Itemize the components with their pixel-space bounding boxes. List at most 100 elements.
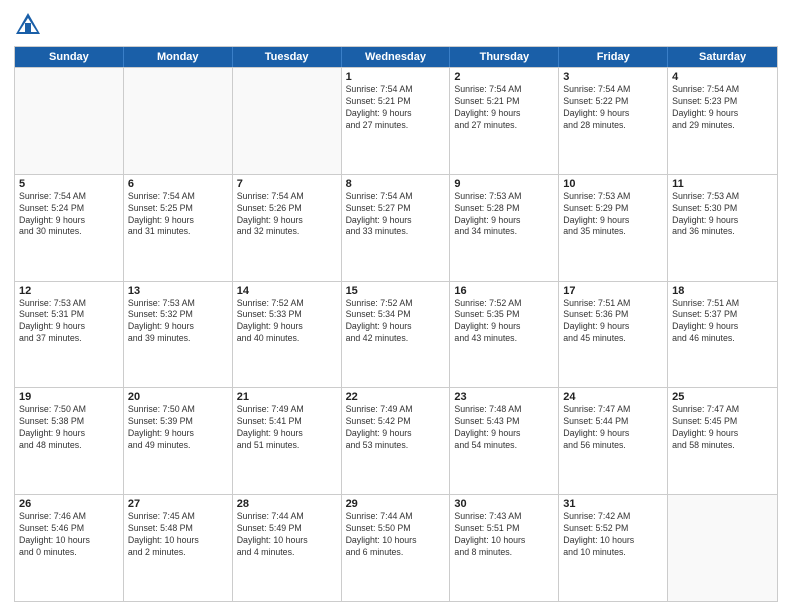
day-info: Sunrise: 7:52 AM Sunset: 5:35 PM Dayligh…	[454, 298, 554, 346]
day-info: Sunrise: 7:54 AM Sunset: 5:24 PM Dayligh…	[19, 191, 119, 239]
calendar-cell	[233, 68, 342, 174]
calendar-cell: 26Sunrise: 7:46 AM Sunset: 5:46 PM Dayli…	[15, 495, 124, 601]
day-info: Sunrise: 7:54 AM Sunset: 5:27 PM Dayligh…	[346, 191, 446, 239]
weekday-header-thursday: Thursday	[450, 47, 559, 67]
day-info: Sunrise: 7:49 AM Sunset: 5:41 PM Dayligh…	[237, 404, 337, 452]
calendar-cell: 6Sunrise: 7:54 AM Sunset: 5:25 PM Daylig…	[124, 175, 233, 281]
page-header	[14, 10, 778, 38]
day-info: Sunrise: 7:44 AM Sunset: 5:49 PM Dayligh…	[237, 511, 337, 559]
day-info: Sunrise: 7:50 AM Sunset: 5:39 PM Dayligh…	[128, 404, 228, 452]
day-number: 19	[19, 391, 119, 403]
day-info: Sunrise: 7:46 AM Sunset: 5:46 PM Dayligh…	[19, 511, 119, 559]
day-info: Sunrise: 7:48 AM Sunset: 5:43 PM Dayligh…	[454, 404, 554, 452]
calendar-row-0: 1Sunrise: 7:54 AM Sunset: 5:21 PM Daylig…	[15, 67, 777, 174]
day-info: Sunrise: 7:54 AM Sunset: 5:21 PM Dayligh…	[346, 84, 446, 132]
calendar-cell: 11Sunrise: 7:53 AM Sunset: 5:30 PM Dayli…	[668, 175, 777, 281]
day-number: 16	[454, 285, 554, 297]
day-number: 1	[346, 71, 446, 83]
calendar-row-1: 5Sunrise: 7:54 AM Sunset: 5:24 PM Daylig…	[15, 174, 777, 281]
calendar-cell: 16Sunrise: 7:52 AM Sunset: 5:35 PM Dayli…	[450, 282, 559, 388]
day-number: 6	[128, 178, 228, 190]
calendar-cell	[668, 495, 777, 601]
calendar-cell: 17Sunrise: 7:51 AM Sunset: 5:36 PM Dayli…	[559, 282, 668, 388]
calendar-cell: 7Sunrise: 7:54 AM Sunset: 5:26 PM Daylig…	[233, 175, 342, 281]
calendar-cell: 2Sunrise: 7:54 AM Sunset: 5:21 PM Daylig…	[450, 68, 559, 174]
day-info: Sunrise: 7:54 AM Sunset: 5:22 PM Dayligh…	[563, 84, 663, 132]
page-container: SundayMondayTuesdayWednesdayThursdayFrid…	[0, 0, 792, 612]
calendar-cell: 3Sunrise: 7:54 AM Sunset: 5:22 PM Daylig…	[559, 68, 668, 174]
day-number: 2	[454, 71, 554, 83]
weekday-header-tuesday: Tuesday	[233, 47, 342, 67]
calendar-cell: 20Sunrise: 7:50 AM Sunset: 5:39 PM Dayli…	[124, 388, 233, 494]
day-info: Sunrise: 7:53 AM Sunset: 5:28 PM Dayligh…	[454, 191, 554, 239]
calendar-cell: 8Sunrise: 7:54 AM Sunset: 5:27 PM Daylig…	[342, 175, 451, 281]
day-info: Sunrise: 7:52 AM Sunset: 5:34 PM Dayligh…	[346, 298, 446, 346]
day-info: Sunrise: 7:52 AM Sunset: 5:33 PM Dayligh…	[237, 298, 337, 346]
day-number: 12	[19, 285, 119, 297]
calendar-cell: 14Sunrise: 7:52 AM Sunset: 5:33 PM Dayli…	[233, 282, 342, 388]
logo-icon	[14, 10, 42, 38]
calendar-cell: 27Sunrise: 7:45 AM Sunset: 5:48 PM Dayli…	[124, 495, 233, 601]
calendar-cell: 5Sunrise: 7:54 AM Sunset: 5:24 PM Daylig…	[15, 175, 124, 281]
day-info: Sunrise: 7:42 AM Sunset: 5:52 PM Dayligh…	[563, 511, 663, 559]
day-info: Sunrise: 7:54 AM Sunset: 5:25 PM Dayligh…	[128, 191, 228, 239]
day-info: Sunrise: 7:53 AM Sunset: 5:30 PM Dayligh…	[672, 191, 773, 239]
day-number: 8	[346, 178, 446, 190]
day-number: 14	[237, 285, 337, 297]
day-info: Sunrise: 7:43 AM Sunset: 5:51 PM Dayligh…	[454, 511, 554, 559]
day-info: Sunrise: 7:54 AM Sunset: 5:26 PM Dayligh…	[237, 191, 337, 239]
calendar-cell: 24Sunrise: 7:47 AM Sunset: 5:44 PM Dayli…	[559, 388, 668, 494]
calendar-cell: 31Sunrise: 7:42 AM Sunset: 5:52 PM Dayli…	[559, 495, 668, 601]
day-number: 30	[454, 498, 554, 510]
day-info: Sunrise: 7:53 AM Sunset: 5:32 PM Dayligh…	[128, 298, 228, 346]
calendar-header: SundayMondayTuesdayWednesdayThursdayFrid…	[15, 47, 777, 67]
weekday-header-friday: Friday	[559, 47, 668, 67]
weekday-header-monday: Monday	[124, 47, 233, 67]
day-number: 27	[128, 498, 228, 510]
day-info: Sunrise: 7:50 AM Sunset: 5:38 PM Dayligh…	[19, 404, 119, 452]
day-number: 23	[454, 391, 554, 403]
day-number: 3	[563, 71, 663, 83]
day-info: Sunrise: 7:44 AM Sunset: 5:50 PM Dayligh…	[346, 511, 446, 559]
logo	[14, 10, 46, 38]
weekday-header-saturday: Saturday	[668, 47, 777, 67]
day-info: Sunrise: 7:54 AM Sunset: 5:23 PM Dayligh…	[672, 84, 773, 132]
day-number: 22	[346, 391, 446, 403]
calendar-row-4: 26Sunrise: 7:46 AM Sunset: 5:46 PM Dayli…	[15, 494, 777, 601]
calendar-cell: 25Sunrise: 7:47 AM Sunset: 5:45 PM Dayli…	[668, 388, 777, 494]
calendar-cell: 23Sunrise: 7:48 AM Sunset: 5:43 PM Dayli…	[450, 388, 559, 494]
day-number: 5	[19, 178, 119, 190]
day-number: 15	[346, 285, 446, 297]
day-number: 18	[672, 285, 773, 297]
calendar-cell: 30Sunrise: 7:43 AM Sunset: 5:51 PM Dayli…	[450, 495, 559, 601]
day-number: 7	[237, 178, 337, 190]
day-number: 25	[672, 391, 773, 403]
calendar-cell: 22Sunrise: 7:49 AM Sunset: 5:42 PM Dayli…	[342, 388, 451, 494]
day-number: 4	[672, 71, 773, 83]
calendar-row-3: 19Sunrise: 7:50 AM Sunset: 5:38 PM Dayli…	[15, 387, 777, 494]
weekday-header-wednesday: Wednesday	[342, 47, 451, 67]
day-info: Sunrise: 7:51 AM Sunset: 5:37 PM Dayligh…	[672, 298, 773, 346]
calendar-cell: 15Sunrise: 7:52 AM Sunset: 5:34 PM Dayli…	[342, 282, 451, 388]
day-number: 10	[563, 178, 663, 190]
day-info: Sunrise: 7:54 AM Sunset: 5:21 PM Dayligh…	[454, 84, 554, 132]
day-info: Sunrise: 7:49 AM Sunset: 5:42 PM Dayligh…	[346, 404, 446, 452]
calendar-cell: 1Sunrise: 7:54 AM Sunset: 5:21 PM Daylig…	[342, 68, 451, 174]
calendar-cell: 21Sunrise: 7:49 AM Sunset: 5:41 PM Dayli…	[233, 388, 342, 494]
calendar-cell: 9Sunrise: 7:53 AM Sunset: 5:28 PM Daylig…	[450, 175, 559, 281]
calendar-cell: 12Sunrise: 7:53 AM Sunset: 5:31 PM Dayli…	[15, 282, 124, 388]
calendar-cell: 19Sunrise: 7:50 AM Sunset: 5:38 PM Dayli…	[15, 388, 124, 494]
day-info: Sunrise: 7:47 AM Sunset: 5:44 PM Dayligh…	[563, 404, 663, 452]
calendar-cell: 4Sunrise: 7:54 AM Sunset: 5:23 PM Daylig…	[668, 68, 777, 174]
day-number: 29	[346, 498, 446, 510]
calendar-cell: 29Sunrise: 7:44 AM Sunset: 5:50 PM Dayli…	[342, 495, 451, 601]
day-number: 26	[19, 498, 119, 510]
calendar-cell	[15, 68, 124, 174]
day-info: Sunrise: 7:45 AM Sunset: 5:48 PM Dayligh…	[128, 511, 228, 559]
day-number: 28	[237, 498, 337, 510]
day-info: Sunrise: 7:53 AM Sunset: 5:29 PM Dayligh…	[563, 191, 663, 239]
day-number: 13	[128, 285, 228, 297]
day-number: 21	[237, 391, 337, 403]
weekday-header-sunday: Sunday	[15, 47, 124, 67]
day-number: 20	[128, 391, 228, 403]
